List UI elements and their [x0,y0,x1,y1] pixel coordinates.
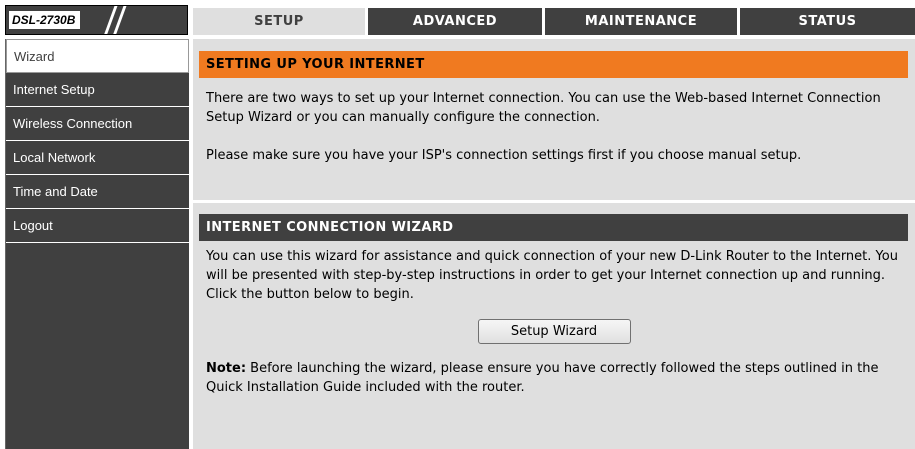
model-name: DSL-2730B [9,11,81,29]
sidebar-item-wizard[interactable]: Wizard [6,39,189,73]
wizard-section-title: INTERNET CONNECTION WIZARD [199,214,908,241]
internet-connection-wizard-section: INTERNET CONNECTION WIZARD You can use t… [199,214,908,449]
tab-status[interactable]: STATUS [740,8,915,35]
setup-intro-text: There are two ways to set up your Intern… [206,91,881,125]
sidebar-item-local-network[interactable]: Local Network [6,141,189,175]
tab-advanced[interactable]: ADVANCED [368,8,542,35]
sidebar-item-logout[interactable]: Logout [6,209,189,243]
note-label: Note: [206,361,247,376]
tab-maintenance[interactable]: MAINTENANCE [545,8,737,35]
section-divider [193,200,915,203]
model-logo: DSL-2730B [5,5,188,35]
tab-setup[interactable]: SETUP [193,8,365,35]
setup-section-title: SETTING UP YOUR INTERNET [199,51,908,78]
sidebar-item-wireless-connection[interactable]: Wireless Connection [6,107,189,141]
wizard-note: Note: Before launching the wizard, pleas… [206,359,902,397]
note-text: Before launching the wizard, please ensu… [206,361,879,395]
main-content: SETTING UP YOUR INTERNET There are two w… [193,39,915,449]
setup-isp-note: Please make sure you have your ISP's con… [206,148,802,163]
sidebar-nav: Wizard Internet Setup Wireless Connectio… [5,39,189,449]
wizard-description: You can use this wizard for assistance a… [206,249,898,302]
sidebar-item-time-and-date[interactable]: Time and Date [6,175,189,209]
sidebar-item-internet-setup[interactable]: Internet Setup [6,73,189,107]
setup-wizard-button[interactable]: Setup Wizard [477,319,631,344]
setup-internet-section: SETTING UP YOUR INTERNET There are two w… [199,51,908,199]
